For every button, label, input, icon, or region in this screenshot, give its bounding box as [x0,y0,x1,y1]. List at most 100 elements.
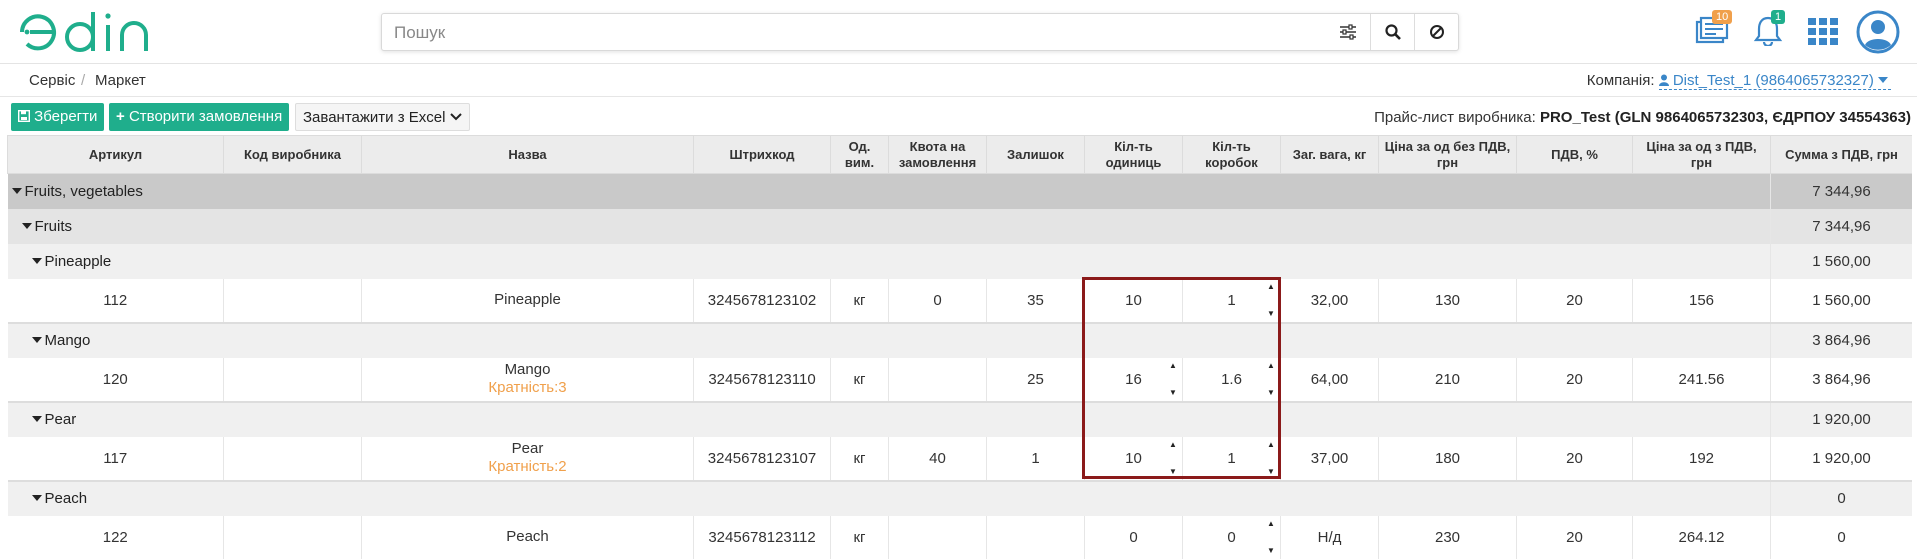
cell-sum-vat: 0 [1770,515,1912,559]
cell-price-vat: 156 [1632,278,1771,324]
qty-units-value: 0 [1129,528,1138,546]
qty-units-input[interactable]: 10 ▲ ▼ [1084,436,1183,482]
cell-vat: 20 [1516,278,1633,324]
cell-quota: 40 [888,436,987,482]
qty-units-value: 16 [1125,370,1142,388]
breadcrumb-market[interactable]: Маркет [95,72,146,89]
group-name: Pear [44,411,77,428]
breadcrumb-service[interactable]: Сервіс [29,72,75,89]
cell-unit: кг [830,278,889,324]
cell-article: 112 [7,278,224,324]
spin-down-icon[interactable]: ▼ [1266,309,1276,319]
spin-down-icon[interactable]: ▼ [1168,467,1178,477]
col-article[interactable]: Артикул [7,135,224,174]
spin-up-icon[interactable]: ▲ [1168,361,1178,371]
col-price-no-vat[interactable]: Ціна за од без ПДВ, грн [1378,135,1517,174]
col-name[interactable]: Назва [361,135,694,174]
qty-boxes-input[interactable]: 1.6 ▲ ▼ [1182,357,1281,403]
group-total: 0 [1770,480,1912,516]
create-order-button[interactable]: + Створити замовлення [109,103,290,131]
cell-quota [888,515,987,559]
excel-upload-dropdown[interactable]: Завантажити з Excel [295,103,470,131]
col-weight[interactable]: Заг. вага, кг [1280,135,1379,174]
qty-boxes-input[interactable]: 0 ▲ ▼ [1182,515,1281,559]
apps-menu-button[interactable] [1808,18,1838,51]
excel-upload-label: Завантажити з Excel [303,109,446,126]
search-button[interactable] [1370,14,1414,50]
cell-name: Peach [361,515,694,559]
group-name: Fruits, vegetables [24,182,143,200]
multiplicity-note: Кратність:3 [488,379,567,396]
table-row: 120 Mango Кратність:3 3245678123110 кг 25… [7,357,1912,403]
spin-down-icon[interactable]: ▼ [1168,388,1178,398]
qty-boxes-input[interactable]: 1 ▲ ▼ [1182,278,1281,324]
notifications-button[interactable]: 1 [1753,10,1786,51]
group-row-peach[interactable]: Peach 0 [7,480,1912,516]
search-input[interactable] [394,21,1294,45]
cell-weight: Н/д [1280,515,1379,559]
filter-button[interactable] [1326,14,1370,50]
cell-vat: 20 [1516,436,1633,482]
chevron-down-icon [449,113,462,121]
clear-search-button[interactable] [1414,14,1458,50]
group-total: 7 344,96 [1770,173,1912,209]
group-row-root[interactable]: Fruits, vegetables 7 344,96 [7,173,1912,209]
spin-down-icon[interactable]: ▼ [1266,467,1276,477]
qty-units-input[interactable]: 10 [1084,278,1183,324]
edin-logo[interactable] [18,10,163,54]
documents-button[interactable]: 10 [1694,10,1733,49]
cell-price-vat: 241.56 [1632,357,1771,403]
cell-price-vat: 264.12 [1632,515,1771,559]
col-price-vat[interactable]: Ціна за од з ПДВ, грн [1632,135,1771,174]
cell-price-vat: 192 [1632,436,1771,482]
col-vat[interactable]: ПДВ, % [1516,135,1633,174]
col-qty-boxes[interactable]: Кіл-ть коробок [1182,135,1281,174]
user-avatar-icon [1856,10,1900,54]
group-row-mango[interactable]: Mango 3 864,96 [7,322,1912,358]
group-row-pear[interactable]: Pear 1 920,00 [7,401,1912,437]
table-row: 122 Peach 3245678123112 кг 0 0 ▲ ▼ Н/д 230… [7,515,1912,559]
qty-units-input[interactable]: 0 [1084,515,1183,559]
col-maker-code[interactable]: Код виробника [223,135,362,174]
col-unit[interactable]: Од. вим. [830,135,889,174]
caret-down-icon [31,337,42,344]
qty-units-input[interactable]: 16 ▲ ▼ [1084,357,1183,403]
col-quota[interactable]: Квота на замовлення [888,135,987,174]
spin-up-icon[interactable]: ▲ [1266,440,1276,450]
spin-up-icon[interactable]: ▲ [1168,440,1178,450]
spin-up-icon[interactable]: ▲ [1266,361,1276,371]
user-menu-button[interactable] [1856,10,1900,59]
product-name: Peach [506,528,549,545]
product-name: Mango [504,361,551,378]
save-icon [17,109,31,123]
spin-up-icon[interactable]: ▲ [1266,519,1276,529]
spin-down-icon[interactable]: ▼ [1266,546,1276,556]
group-name: Mango [44,332,91,349]
group-total: 7 344,96 [1770,208,1912,244]
group-name: Fruits [34,217,73,235]
qty-boxes-input[interactable]: 1 ▲ ▼ [1182,436,1281,482]
cell-unit: кг [830,436,889,482]
company-dropdown[interactable]: Dist_Test_1 (9864065732327) [1658,72,1891,90]
multiplicity-note: Кратність:2 [488,458,567,475]
product-name: Pear [511,440,544,457]
cell-maker-code [223,357,362,403]
qty-boxes-value: 1 [1227,449,1236,467]
col-barcode[interactable]: Штрихкод [693,135,831,174]
col-sum-vat[interactable]: Сумма з ПДВ, грн [1770,135,1912,174]
spin-up-icon[interactable]: ▲ [1266,282,1276,292]
col-qty-units[interactable]: Кіл-ть одиниць [1084,135,1183,174]
cell-price-no-vat: 210 [1378,357,1517,403]
qty-boxes-value: 1.6 [1221,370,1242,388]
table-header: Артикул Код виробника Назва Штрихкод Од.… [7,135,1912,174]
logo-icon [20,12,148,52]
cell-quota: 0 [888,278,987,324]
breadcrumb: Сервіс / Маркет Компанія: Dist_Test_1 (9… [0,65,1917,97]
group-row-pineapple[interactable]: Pineapple 1 560,00 [7,243,1912,279]
group-row-fruits[interactable]: Fruits 7 344,96 [7,208,1912,244]
spin-down-icon[interactable]: ▼ [1266,388,1276,398]
col-stock[interactable]: Залишок [986,135,1085,174]
product-name: Pineapple [494,291,561,308]
caret-down-icon [31,416,42,423]
save-button[interactable]: Зберегти [11,103,105,131]
